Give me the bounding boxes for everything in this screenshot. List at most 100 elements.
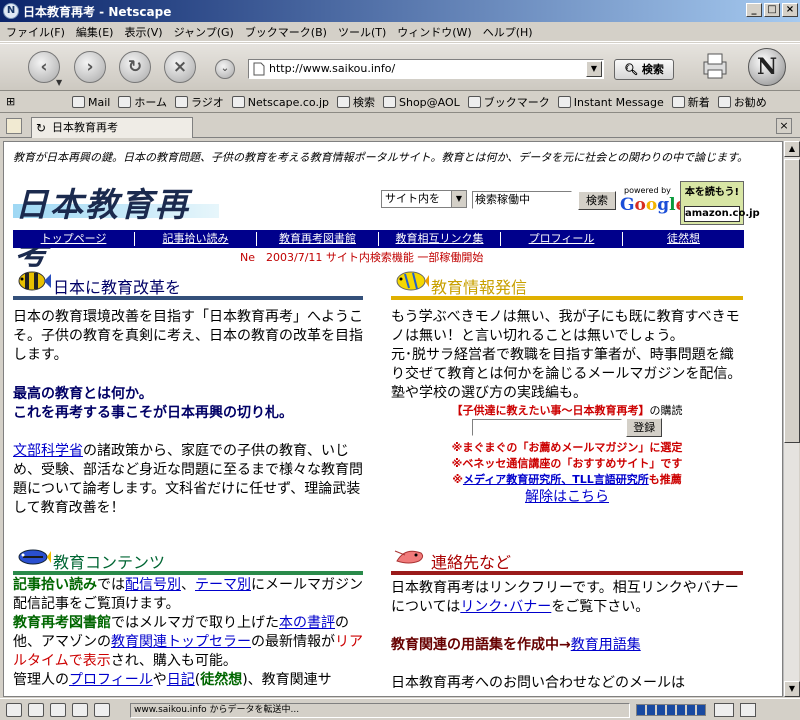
reload-button[interactable]: ↻ <box>119 51 151 83</box>
navigator-icon[interactable] <box>6 702 22 717</box>
back-dropdown-icon[interactable]: ▼ <box>56 78 62 87</box>
diary-link[interactable]: 日記 <box>167 672 195 688</box>
toolbar-grip-icon[interactable]: ⊞ <box>6 95 15 108</box>
personal-toolbar: ⊞ Mail ホーム ラジオ Netscape.co.jp 検索 Shop@AO… <box>0 92 800 113</box>
blue-fish-icon <box>18 549 51 565</box>
bookmark-home[interactable]: ホーム <box>118 94 167 110</box>
nav-top-page[interactable]: トップページ <box>13 232 135 246</box>
security-lock-icon[interactable] <box>740 703 756 717</box>
bookmark-folder[interactable]: ブックマーク <box>467 94 550 110</box>
news-ticker: Ne 2003/7/11 サイト内検索機能 一部稼働開始 <box>240 251 484 264</box>
site-search-button[interactable]: 検索 <box>578 191 616 210</box>
book-review-link[interactable]: 本の書評 <box>279 615 335 631</box>
by-issue-link[interactable]: 配信号別 <box>125 577 181 593</box>
menu-bookmarks[interactable]: ブックマーク(B) <box>245 24 327 40</box>
composer-icon[interactable] <box>72 702 88 717</box>
glossary-link[interactable]: 教育用語集 <box>571 637 641 653</box>
scroll-thumb[interactable] <box>784 159 800 443</box>
bookmark-netscape[interactable]: Netscape.co.jp <box>231 96 329 109</box>
back-arrow-icon: ‹ <box>40 57 48 77</box>
profile-link[interactable]: プロフィール <box>69 672 153 688</box>
section-body-info: もう学ぶべきモノは無い、我が子にも既に教育すべきモノは無い！と言い切れることは無… <box>391 309 742 505</box>
print-icon[interactable] <box>700 52 730 80</box>
url-text: http://www.saikou.info/ <box>269 62 396 75</box>
section-body-contents: 記事拾い読みでは配信号別、テーマ別にメールマガジン配信記事をご覧頂けます。 教育… <box>13 577 363 688</box>
address-book-icon[interactable] <box>94 702 110 717</box>
netscape-logo[interactable]: N <box>748 48 786 86</box>
nav-library[interactable]: 教育再考図書館 <box>257 232 379 246</box>
vertical-scrollbar[interactable]: ▲ ▼ <box>783 141 800 697</box>
close-button[interactable]: × <box>782 3 798 17</box>
google-logo: Google <box>620 195 686 215</box>
nav-links[interactable]: 教育相互リンク集 <box>379 232 501 246</box>
bookmark-shop[interactable]: Shop@AOL <box>383 96 460 109</box>
menu-file[interactable]: ファイル(F) <box>6 24 65 40</box>
bookmark-new[interactable]: 新着 <box>671 94 710 110</box>
google-badge[interactable]: powered by Google <box>620 186 686 220</box>
reload-icon: ↻ <box>127 57 143 77</box>
new-tab-icon[interactable] <box>6 118 22 134</box>
menu-tools[interactable]: ツール(T) <box>338 24 386 40</box>
unsubscribe-link[interactable]: 解除はこちら <box>525 489 609 505</box>
status-text: www.saikou.info からデータを転送中... <box>130 703 630 718</box>
site-search-input[interactable]: 検索稼働中 <box>472 191 572 209</box>
mail-icon[interactable] <box>28 702 44 717</box>
email-input[interactable] <box>471 419 622 436</box>
menu-help[interactable]: ヘルプ(H) <box>483 24 533 40</box>
search-button[interactable]: 🔍︎ 検索 <box>614 59 674 80</box>
menu-window[interactable]: ウィンドウ(W) <box>397 24 471 40</box>
bookmark-recommend[interactable]: お勧め <box>717 94 767 110</box>
url-dropdown-button[interactable]: ▼ <box>586 61 602 77</box>
mext-link[interactable]: 文部科学省 <box>13 443 83 459</box>
tab-active[interactable]: ↻ 日本教育再考 <box>31 117 193 138</box>
fish-icon <box>18 271 51 291</box>
bookmark-im[interactable]: Instant Message <box>557 96 664 109</box>
nav-profile[interactable]: プロフィール <box>501 232 623 246</box>
link-banner-link[interactable]: リンク･バナー <box>460 599 551 615</box>
minimize-button[interactable]: _ <box>746 3 762 17</box>
research-institute-link[interactable]: メディア教育研究所、TLL言語研究所 <box>463 473 649 486</box>
connection-icon <box>714 703 734 717</box>
navigation-toolbar: ‹ ▼ › ↻ × ⌄ http://www.saikou.info/ ▼ 🔍︎… <box>0 43 800 91</box>
magnifier-icon: 🔍︎ <box>624 63 639 76</box>
forward-arrow-icon: › <box>86 57 94 77</box>
maximize-button[interactable]: □ <box>764 3 780 17</box>
scroll-up-button[interactable]: ▲ <box>784 141 800 157</box>
home-icon <box>118 96 132 108</box>
shop-icon <box>383 96 396 108</box>
scroll-down-button[interactable]: ▼ <box>784 681 800 697</box>
bookmark-icon <box>557 96 571 108</box>
chevron-down-icon: ▼ <box>451 191 466 207</box>
section-header-contact: 連絡先など <box>391 543 743 575</box>
folder-icon <box>467 96 481 108</box>
stop-button[interactable]: × <box>164 51 196 83</box>
top-seller-link[interactable]: 教育関連トップセラー <box>111 634 251 650</box>
bookmark-search[interactable]: 検索 <box>337 94 375 110</box>
im-icon[interactable] <box>50 702 66 717</box>
history-dropdown-button[interactable]: ⌄ <box>215 59 235 79</box>
bookmark-mail[interactable]: Mail <box>72 96 110 109</box>
amazon-banner[interactable]: 本を読もう! amazon.co.jp <box>680 181 760 225</box>
menu-go[interactable]: ジャンプ(G) <box>174 24 234 40</box>
menu-edit[interactable]: 編集(E) <box>76 24 114 40</box>
register-button[interactable]: 登録 <box>626 418 663 437</box>
menu-view[interactable]: 表示(V) <box>124 24 162 40</box>
search-icon <box>337 96 350 108</box>
section-header-info: 教育情報発信 <box>391 268 743 300</box>
netscape-icon: N <box>3 3 19 19</box>
site-description: 教育が日本再興の鍵。日本の教育問題、子供の教育を考える教育情報ポータルサイト。教… <box>13 151 749 164</box>
forward-button[interactable]: › <box>74 51 106 83</box>
site-logo[interactable]: 日本教育再考 <box>13 180 219 272</box>
close-tab-button[interactable]: × <box>776 118 792 134</box>
title-bar: N 日本教育再考 - Netscape _ □ × <box>0 0 800 22</box>
search-scope-select[interactable]: サイト内を ▼ <box>381 190 467 208</box>
url-field[interactable]: http://www.saikou.info/ ▼ <box>248 59 604 79</box>
section-body-reform: 日本の教育環境改善を目指す「日本教育再考」へようこそ。子供の教育を真剣に考え、日… <box>13 309 363 516</box>
site-nav: トップページ 記事拾い読み 教育再考図書館 教育相互リンク集 プロフィール 徒然… <box>13 230 744 248</box>
nav-articles[interactable]: 記事拾い読み <box>135 232 257 246</box>
nav-diary[interactable]: 徒然想 <box>623 232 744 246</box>
page-icon <box>253 62 265 76</box>
shrimp-icon <box>394 550 424 564</box>
by-theme-link[interactable]: テーマ別 <box>195 577 251 593</box>
bookmark-radio[interactable]: ラジオ <box>175 94 224 110</box>
